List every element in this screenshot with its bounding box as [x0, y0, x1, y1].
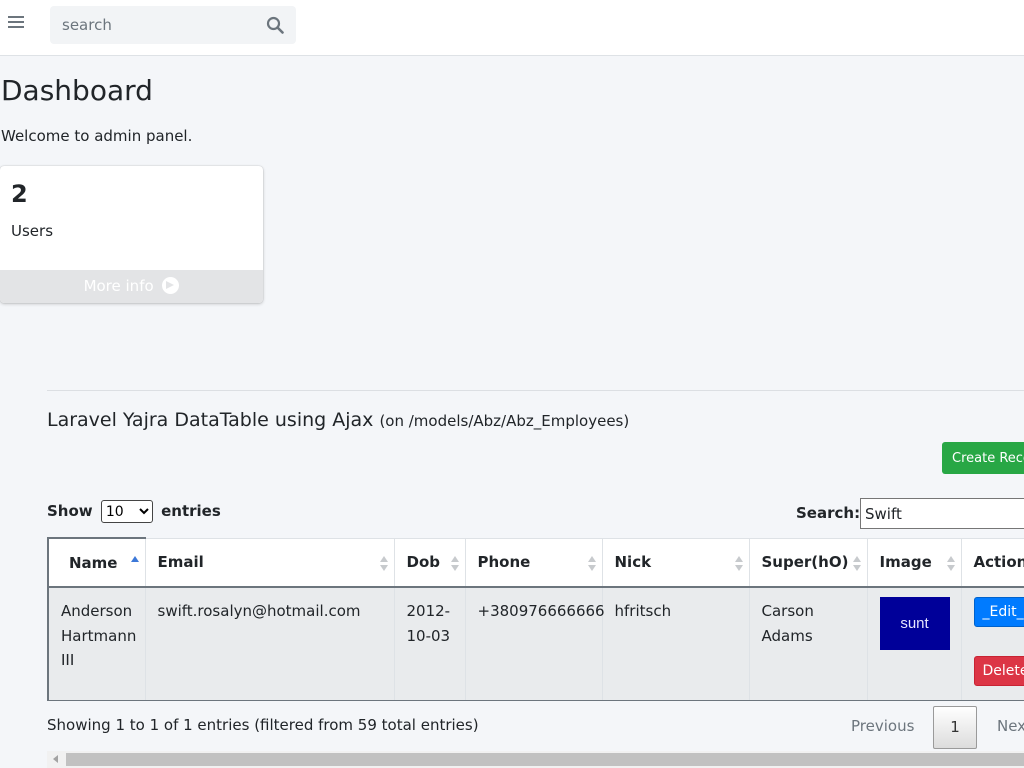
sort-icon: [946, 555, 955, 572]
column-header-super[interactable]: Super(hO): [748, 537, 867, 588]
welcome-text: Welcome to admin panel.: [1, 127, 193, 145]
employee-image: sunt: [879, 597, 950, 650]
pagination-page-1[interactable]: 1: [933, 706, 977, 749]
entries-label: entries: [161, 502, 221, 520]
more-info-label: More info: [83, 277, 154, 295]
more-info-link[interactable]: More info: [0, 270, 263, 303]
search-input[interactable]: [50, 6, 254, 44]
pagination-next[interactable]: Next: [997, 717, 1024, 735]
sort-icon: [379, 555, 388, 572]
column-header-label: Phone: [477, 553, 531, 572]
sort-icon: [587, 555, 596, 572]
column-header-label: Nick: [614, 553, 652, 572]
search-button[interactable]: [254, 6, 296, 44]
sort-ascending-icon: [130, 556, 139, 572]
hamburger-menu-icon[interactable]: [8, 14, 26, 32]
sort-icon: [734, 555, 743, 572]
column-header-phone[interactable]: Phone: [464, 537, 602, 588]
cell-nick: hfritsch: [601, 587, 749, 701]
sort-icon: [852, 555, 861, 572]
column-header-label: Super(hO): [761, 553, 849, 572]
cell-image: sunt: [866, 587, 961, 701]
cell-phone: +380976666666: [464, 587, 605, 701]
datatable-subtitle: (on /models/Abz/Abz_Employees): [379, 412, 630, 430]
users-stat-box: 2 Users More info: [0, 166, 263, 303]
delete-button[interactable]: Delete: [973, 656, 1024, 686]
column-header-image[interactable]: Image: [866, 537, 961, 588]
column-header-label: Name: [69, 553, 118, 572]
search-icon: [266, 16, 284, 34]
employees-table: Name Email Dob Phone Nick Super(hO) Imag…: [47, 537, 1024, 701]
column-header-label: Email: [157, 553, 204, 572]
datatable-title: Laravel Yajra DataTable using Ajax: [47, 409, 374, 431]
column-header-label: Image: [879, 553, 932, 572]
table-search-label: Search:: [796, 504, 861, 522]
horizontal-scrollbar[interactable]: [47, 751, 1024, 768]
cell-dob: 2012-10-03: [393, 587, 465, 701]
column-header-dob[interactable]: Dob: [393, 537, 465, 588]
cell-action: _Edit_ Delete: [960, 587, 1024, 701]
arrow-circle-right-icon: [162, 277, 180, 294]
edit-button[interactable]: _Edit_: [973, 597, 1024, 627]
column-header-email[interactable]: Email: [144, 537, 394, 588]
column-header-label: Action: [973, 553, 1024, 572]
table-info: Showing 1 to 1 of 1 entries (filtered fr…: [47, 716, 479, 734]
table-search-input[interactable]: [860, 498, 1024, 529]
column-header-name[interactable]: Name: [47, 537, 145, 588]
pagination-previous[interactable]: Previous: [851, 717, 914, 735]
datatable-heading: Laravel Yajra DataTable using Ajax (on /…: [47, 409, 629, 431]
cell-name: Anderson Hartmann III: [47, 587, 145, 701]
show-label: Show: [47, 502, 93, 520]
page-title: Dashboard: [1, 74, 153, 107]
section-divider: [47, 390, 1024, 391]
top-navbar: [0, 0, 1024, 56]
cell-super: Carson Adams: [748, 587, 867, 701]
sort-icon: [450, 555, 459, 572]
entries-select[interactable]: 10 25 50 100: [100, 500, 153, 523]
scrollbar-thumb[interactable]: [66, 753, 1024, 766]
employees-table-wrapper: Name Email Dob Phone Nick Super(hO) Imag…: [47, 537, 1024, 701]
column-header-action: Action: [960, 537, 1024, 588]
column-header-nick[interactable]: Nick: [601, 537, 749, 588]
length-control: Show 10 25 50 100 entries: [47, 500, 221, 523]
cell-email: swift.rosalyn@hotmail.com: [144, 587, 394, 701]
create-record-button[interactable]: Create Record: [942, 442, 1024, 474]
table-search: Search:: [796, 498, 1024, 529]
scroll-left-arrow-icon[interactable]: [53, 755, 58, 763]
table-header-row: Name Email Dob Phone Nick Super(hO) Imag…: [47, 537, 1024, 588]
users-count: 2: [11, 180, 28, 208]
table-row: Anderson Hartmann III swift.rosalyn@hotm…: [47, 587, 1024, 701]
column-header-label: Dob: [406, 553, 441, 572]
users-label: Users: [11, 222, 54, 240]
navbar-search: [50, 6, 296, 44]
